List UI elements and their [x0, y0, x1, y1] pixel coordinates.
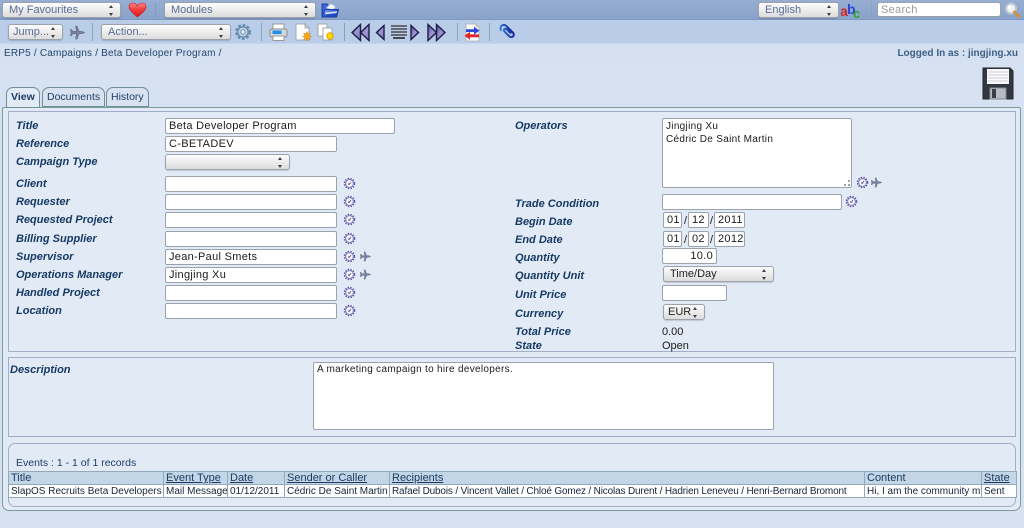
- svg-text:c: c: [853, 6, 860, 20]
